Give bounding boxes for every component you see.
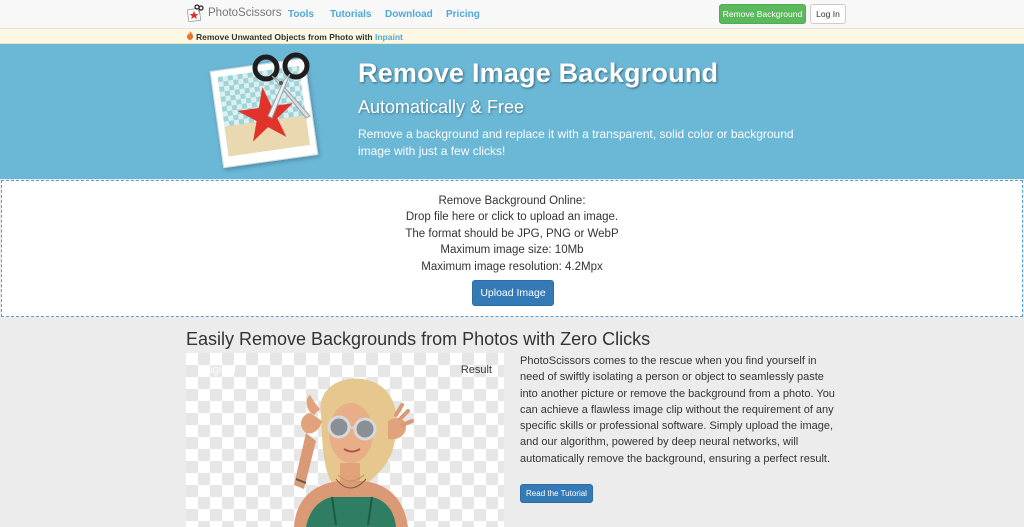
top-navbar: PhotoScissors Tools Tutorials Download P…	[0, 0, 1024, 29]
upload-line: Maximum image resolution: 4.2Mpx	[421, 260, 603, 273]
demo-result-label: Result	[460, 364, 492, 376]
hero-banner: Remove Image Background Automatically & …	[0, 44, 1024, 179]
hero-title: Remove Image Background	[358, 58, 719, 88]
remove-background-button[interactable]: Remove Background	[719, 4, 806, 24]
nav-link-tools[interactable]: Tools	[288, 9, 314, 20]
scissors-photo-illustration	[209, 50, 320, 172]
before-after-demo[interactable]: Original Result	[186, 353, 504, 527]
promo-text: Remove Unwanted Objects from Photo with	[196, 32, 375, 42]
brand-name: PhotoScissors	[208, 7, 282, 19]
login-button[interactable]: Log In	[810, 4, 846, 24]
description-paragraph: PhotoScissors comes to the rescue when y…	[520, 355, 835, 465]
scissors-logo-icon	[186, 4, 204, 23]
inpaint-link[interactable]: Inpaint	[375, 32, 403, 42]
nav-link-pricing[interactable]: Pricing	[446, 9, 480, 20]
demo-original-label: Original	[198, 364, 236, 376]
upload-image-button[interactable]: Upload Image	[472, 280, 554, 306]
read-tutorial-button[interactable]: Read the Tutorial	[520, 484, 593, 503]
fire-icon	[186, 31, 194, 42]
section-title: Easily Remove Backgrounds from Photos wi…	[186, 329, 651, 349]
upload-line: Remove Background Online:	[438, 195, 586, 207]
promo-bar: Remove Unwanted Objects from Photo with …	[0, 29, 1024, 44]
promo-text-container: Remove Unwanted Objects from Photo with …	[186, 31, 403, 42]
scissors-icon	[252, 52, 311, 119]
upload-line: Maximum image size: 10Mb	[440, 244, 584, 257]
nav-link-tutorials[interactable]: Tutorials	[330, 9, 371, 20]
brand-link[interactable]: PhotoScissors	[186, 4, 282, 23]
hero-description: Remove a background and replace it with …	[358, 127, 794, 158]
nav-link-download[interactable]: Download	[385, 9, 433, 20]
hero-subtitle: Automatically & Free	[358, 97, 525, 117]
woman-with-sunglasses-image	[294, 378, 414, 527]
upload-line: Drop file here or click to upload an ima…	[405, 211, 619, 224]
upload-line: The format should be JPG, PNG or WebP	[405, 227, 619, 240]
upload-dropzone[interactable]: Remove Background Online: Drop file here…	[1, 180, 1023, 317]
upload-instructions: Remove Background Online: Drop file here…	[2, 193, 1022, 275]
